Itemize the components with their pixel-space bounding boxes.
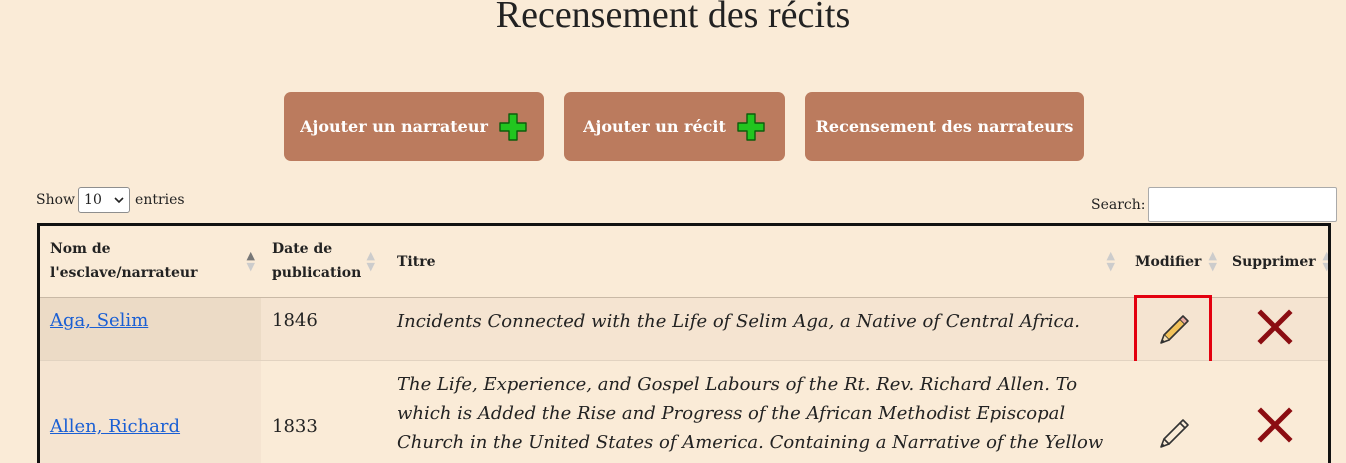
entries-select-value: 10 xyxy=(84,192,102,208)
entries-select[interactable]: 10 xyxy=(78,187,131,213)
pencil-icon xyxy=(1160,419,1189,448)
publication-date: 1846 xyxy=(272,310,318,331)
column-header-delete-label: Supprimer xyxy=(1232,253,1316,270)
column-header-date-line1: Date de xyxy=(272,241,333,257)
edit-button[interactable] xyxy=(1134,399,1212,463)
table-header: Nom de l'esclave/narrateur ▲ ▼ Date de pu… xyxy=(40,226,1328,298)
chevron-down-icon xyxy=(114,196,124,203)
narrator-link[interactable]: Allen, Richard xyxy=(50,416,180,437)
add-narrator-button[interactable]: Ajouter un narrateur xyxy=(284,92,544,161)
column-header-name-line2: l'esclave/narrateur xyxy=(50,265,198,281)
show-label: Show xyxy=(36,192,76,208)
add-narrative-button[interactable]: Ajouter un récit xyxy=(564,92,785,161)
column-header-date[interactable]: Date de publication ▲ ▼ xyxy=(261,226,381,297)
narrators-census-label: Recensement des narrateurs xyxy=(815,117,1074,136)
table-row: Allen, Richard 1833 The Life, Experience… xyxy=(40,361,1328,463)
narrators-census-button[interactable]: Recensement des narrateurs xyxy=(805,92,1084,161)
plus-icon xyxy=(499,112,527,141)
column-header-edit[interactable]: Modifier ▲ ▼ xyxy=(1121,226,1223,297)
column-header-title-label: Titre xyxy=(397,253,436,270)
narrator-link[interactable]: Aga, Selim xyxy=(50,310,148,331)
column-header-date-line2: publication xyxy=(272,265,362,281)
sort-arrows-icon: ▲ ▼ xyxy=(1322,249,1331,273)
plus-icon xyxy=(737,112,765,141)
entries-length-control: Show 10 entries xyxy=(36,187,185,213)
search-control: Search: xyxy=(1091,187,1337,222)
edit-button[interactable] xyxy=(1134,295,1212,365)
name-cell: Aga, Selim xyxy=(40,298,261,360)
column-header-title[interactable]: Titre ▲ ▼ xyxy=(381,226,1121,297)
column-header-name[interactable]: Nom de l'esclave/narrateur ▲ ▼ xyxy=(40,226,261,297)
add-narrator-label: Ajouter un narrateur xyxy=(300,117,488,136)
name-cell: Allen, Richard xyxy=(40,361,261,463)
table-row: Aga, Selim 1846 Incidents Connected with… xyxy=(40,295,1328,365)
x-icon[interactable] xyxy=(1256,406,1294,444)
pencil-icon xyxy=(1160,315,1189,344)
publication-date: 1833 xyxy=(272,416,318,437)
column-header-name-line1: Nom de xyxy=(50,241,111,257)
column-header-edit-label: Modifier xyxy=(1135,253,1202,270)
narrative-title: Incidents Connected with the Life of Sel… xyxy=(397,311,1081,332)
column-header-delete[interactable]: Supprimer ▲ ▼ xyxy=(1223,226,1328,297)
search-input[interactable] xyxy=(1147,187,1337,222)
entries-label: entries xyxy=(135,192,185,208)
add-narrative-label: Ajouter un récit xyxy=(583,117,726,136)
sort-arrows-icon: ▲ ▼ xyxy=(366,249,375,273)
x-icon[interactable] xyxy=(1256,308,1294,346)
search-label: Search: xyxy=(1091,197,1146,213)
narratives-table: Nom de l'esclave/narrateur ▲ ▼ Date de pu… xyxy=(37,223,1331,463)
sort-arrows-icon: ▲ ▼ xyxy=(246,249,255,273)
narrative-title: The Life, Experience, and Gospel Labours… xyxy=(397,374,1104,463)
sort-arrows-icon: ▲ ▼ xyxy=(1208,249,1217,273)
page-title: Recensement des récits xyxy=(495,0,851,36)
sort-arrows-icon: ▲ ▼ xyxy=(1106,249,1115,273)
